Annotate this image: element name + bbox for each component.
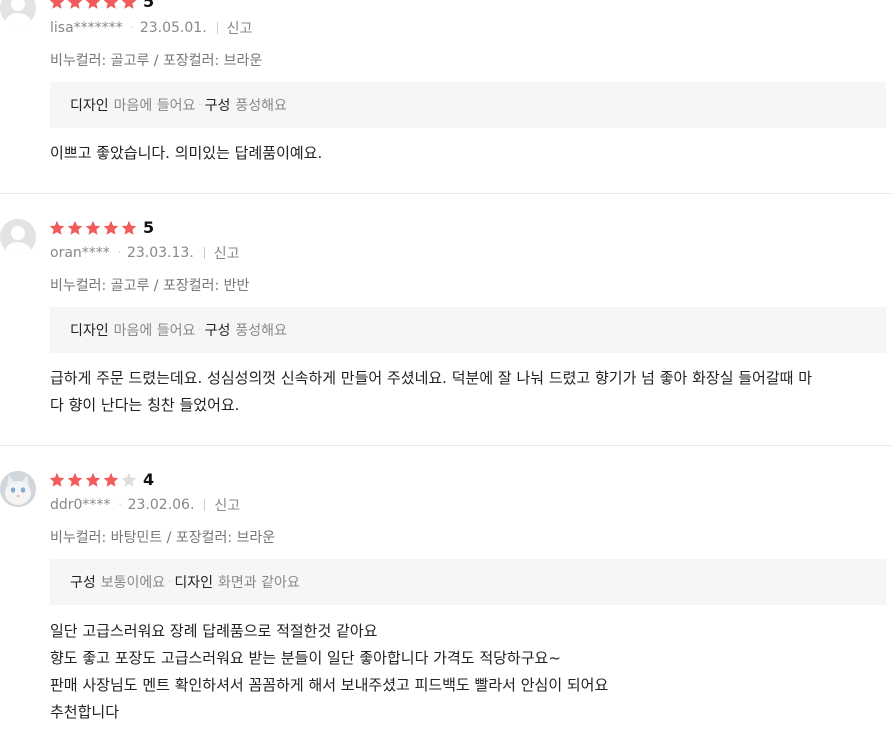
- product-options: 비누컬러: 골고루 / 포장컬러: 반반: [50, 278, 250, 294]
- reviewer-id: oran****: [50, 245, 110, 261]
- rating-score: 5: [143, 0, 155, 11]
- separator-dot: ·: [130, 22, 134, 34]
- star-filled-icon: [85, 0, 101, 9]
- eval-value: 마음에 들어요: [113, 323, 196, 339]
- rating-score: 4: [143, 470, 155, 489]
- avatar: [0, 219, 36, 255]
- star-rating: 5: [49, 0, 154, 12]
- review-meta: oran**** · 23.03.13. 신고: [50, 243, 240, 263]
- star-filled-icon: [67, 0, 83, 9]
- review-text-line: 일단 고급스러워요 장례 답례품으로 적절한것 같아요: [50, 622, 378, 640]
- eval-value: 풍성해요: [235, 323, 287, 339]
- report-link[interactable]: 신고: [214, 243, 240, 263]
- reviewer-id: ddr0****: [50, 497, 111, 513]
- avatar: [0, 471, 36, 507]
- star-rating: 4: [49, 470, 154, 490]
- eval-key: 디자인: [70, 98, 109, 114]
- stars: [49, 0, 139, 10]
- product-options: 비누컬러: 골고루 / 포장컬러: 브라운: [50, 53, 263, 69]
- star-filled-icon: [103, 472, 119, 487]
- stars: [49, 220, 139, 236]
- product-options: 비누컬러: 바탕민트 / 포장컬러: 브라운: [50, 530, 276, 546]
- reviewer-id: lisa*******: [50, 20, 123, 36]
- review-meta: ddr0**** · 23.02.06. 신고: [50, 495, 240, 515]
- stars: [49, 472, 139, 488]
- eval-key: 디자인: [174, 575, 213, 591]
- eval-key: 디자인: [70, 323, 109, 339]
- default-avatar-icon: [0, 219, 36, 255]
- review-meta: lisa******* · 23.05.01. 신고: [50, 18, 252, 38]
- review-content: 급하게 주문 드렸는데요. 성심성의껏 신속하게 만들어 주셨네요. 덕분에 잘…: [50, 365, 890, 419]
- star-filled-icon: [49, 472, 65, 487]
- separator-bar: [203, 247, 205, 259]
- star-filled-icon: [49, 0, 65, 9]
- default-avatar-icon: [0, 0, 36, 26]
- divider: [0, 445, 891, 446]
- star-filled-icon: [121, 0, 137, 9]
- star-filled-icon: [67, 220, 83, 235]
- eval-value: 화면과 같아요: [218, 575, 300, 591]
- review-date: 23.03.13.: [126, 245, 194, 261]
- separator-bar: [216, 22, 218, 34]
- review-date: 23.05.01.: [139, 20, 207, 36]
- separator-dot: ·: [118, 499, 122, 511]
- review-text-line: 향도 좋고 포장도 고급스러워요 받는 분들이 일단 좋아합니다 가격도 적당하…: [50, 649, 561, 667]
- cat-photo-avatar-icon: [0, 471, 36, 507]
- star-rating: 5: [49, 218, 154, 238]
- eval-key: 구성: [204, 323, 231, 339]
- evaluation-box: 구성 보통이에요 · 디자인 화면과 같아요: [50, 559, 886, 605]
- review-date: 23.02.06.: [127, 497, 195, 513]
- review-content: 일단 고급스러워요 장례 답례품으로 적절한것 같아요 향도 좋고 포장도 고급…: [50, 618, 890, 726]
- star-filled-icon: [49, 220, 65, 235]
- star-filled-icon: [103, 0, 119, 9]
- star-filled-icon: [103, 220, 119, 235]
- star-filled-icon: [67, 472, 83, 487]
- separator-dot: ·: [117, 247, 121, 259]
- eval-key: 구성: [70, 575, 96, 591]
- evaluation-box: 디자인 마음에 들어요 · 구성 풍성해요: [50, 82, 886, 128]
- eval-value: 마음에 들어요: [113, 98, 196, 114]
- separator-dot: ·: [168, 576, 172, 588]
- review-content: 이쁘고 좋았습니다. 의미있는 답례품이예요.: [50, 140, 890, 167]
- separator-dot: ·: [198, 324, 202, 336]
- star-filled-icon: [85, 220, 101, 235]
- review-text-line: 판매 사장님도 멘트 확인하셔서 꼼꼼하게 해서 보내주셨고 피드백도 빨라서 …: [50, 676, 609, 694]
- avatar: [0, 0, 36, 26]
- divider: [0, 193, 891, 194]
- star-empty-icon: [121, 472, 137, 487]
- star-filled-icon: [85, 472, 101, 487]
- eval-key: 구성: [204, 98, 231, 114]
- report-link[interactable]: 신고: [214, 495, 240, 515]
- report-link[interactable]: 신고: [227, 18, 253, 38]
- eval-value: 보통이에요: [100, 575, 166, 591]
- review-text-line: 이쁘고 좋았습니다. 의미있는 답례품이예요.: [50, 144, 323, 162]
- review-text-line: 다 향이 난다는 칭찬 들었어요.: [50, 396, 240, 414]
- eval-value: 풍성해요: [235, 98, 287, 114]
- review-text-line: 추천합니다: [50, 703, 120, 721]
- evaluation-box: 디자인 마음에 들어요 · 구성 풍성해요: [50, 307, 886, 353]
- separator-bar: [204, 499, 206, 511]
- star-filled-icon: [121, 220, 137, 235]
- rating-score: 5: [143, 218, 155, 237]
- separator-dot: ·: [198, 99, 202, 111]
- review-text-line: 급하게 주문 드렸는데요. 성심성의껏 신속하게 만들어 주셨네요. 덕분에 잘…: [50, 369, 813, 387]
